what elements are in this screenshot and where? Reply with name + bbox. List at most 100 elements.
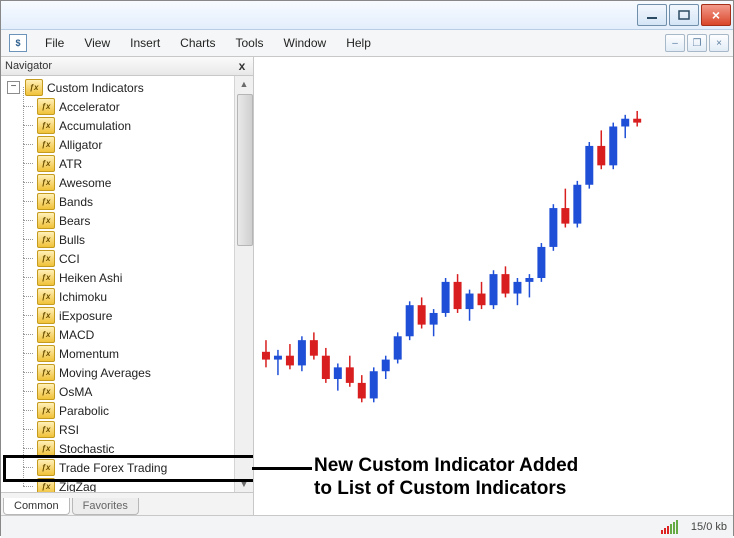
indicator-fx-icon <box>37 421 55 438</box>
menu-bar: $ FileViewInsertChartsToolsWindowHelp – … <box>1 30 733 57</box>
tree-item-label: Momentum <box>59 347 119 361</box>
tree-item[interactable]: Bulls <box>3 230 234 249</box>
tree-item-label: Trade Forex Trading <box>59 461 167 475</box>
tree-item-label: Accelerator <box>59 100 120 114</box>
indicator-fx-icon <box>37 212 55 229</box>
tree-item-label: MACD <box>59 328 94 342</box>
tree-item[interactable]: Heiken Ashi <box>3 268 234 287</box>
mdi-close-button[interactable]: × <box>709 34 729 52</box>
indicator-fx-icon <box>37 383 55 400</box>
indicator-fx-icon <box>37 440 55 457</box>
tree-item-label: CCI <box>59 252 80 266</box>
tree-item[interactable]: Bears <box>3 211 234 230</box>
tree-item[interactable]: RSI <box>3 420 234 439</box>
tree-item-label: Bears <box>59 214 90 228</box>
indicator-fx-icon <box>37 269 55 286</box>
app-window: × $ FileViewInsertChartsToolsWindowHelp … <box>0 0 734 536</box>
indicator-fx-icon <box>37 459 55 476</box>
tree-item[interactable]: Accelerator <box>3 97 234 116</box>
indicator-tree[interactable]: −Custom Indicators Accelerator Accumulatio… <box>1 76 234 492</box>
tree-item-label: Ichimoku <box>59 290 107 304</box>
tree-item[interactable]: ATR <box>3 154 234 173</box>
tree-item[interactable]: Accumulation <box>3 116 234 135</box>
tree-item-label: Parabolic <box>59 404 109 418</box>
scroll-up-button[interactable]: ▲ <box>236 76 252 92</box>
menu-window[interactable]: Window <box>274 31 337 55</box>
indicator-fx-icon <box>37 117 55 134</box>
tree-item[interactable]: Moving Averages <box>3 363 234 382</box>
navigator-title: Navigator <box>5 60 52 72</box>
status-bar: 15/0 kb <box>1 515 733 538</box>
connection-signal-icon <box>661 520 679 534</box>
tree-item[interactable]: MACD <box>3 325 234 344</box>
tree-item-label: Alligator <box>59 138 102 152</box>
tree-item[interactable]: Stochastic <box>3 439 234 458</box>
window-close-button[interactable]: × <box>701 4 731 26</box>
tree-item-label: ZigZag <box>59 480 96 493</box>
indicator-fx-icon <box>37 288 55 305</box>
indicator-fx-icon <box>37 193 55 210</box>
candlestick-chart <box>254 57 733 515</box>
workspace: Navigator x −Custom Indicators Accelerato… <box>1 57 733 515</box>
tree-item-label: Accumulation <box>59 119 131 133</box>
tree-item[interactable]: Alligator <box>3 135 234 154</box>
annotation-connector <box>252 467 312 470</box>
tree-item-label: Moving Averages <box>59 366 151 380</box>
indicator-fx-icon <box>37 136 55 153</box>
tree-item-label: Awesome <box>59 176 111 190</box>
tree-item-label: iExposure <box>59 309 112 323</box>
tree-item[interactable]: CCI <box>3 249 234 268</box>
scroll-thumb[interactable] <box>237 94 253 246</box>
indicator-fx-icon <box>37 155 55 172</box>
scroll-down-button[interactable]: ▼ <box>236 476 252 492</box>
tree-item-label: Stochastic <box>59 442 114 456</box>
window-maximize-button[interactable] <box>669 4 699 26</box>
navigator-tabs: Common Favorites <box>1 492 253 515</box>
navigator-header: Navigator x <box>1 57 253 76</box>
menu-tools[interactable]: Tools <box>226 31 274 55</box>
tree-item-label: Bands <box>59 195 93 209</box>
indicator-fx-icon <box>37 478 55 492</box>
menu-charts[interactable]: Charts <box>170 31 225 55</box>
tree-item-label: Heiken Ashi <box>59 271 122 285</box>
menu-view[interactable]: View <box>74 31 120 55</box>
navigator-scrollbar[interactable]: ▲ ▼ <box>234 76 253 492</box>
mdi-restore-button[interactable]: ❐ <box>687 34 707 52</box>
tree-root-custom-indicators[interactable]: −Custom Indicators <box>3 78 234 97</box>
navigator-close-button[interactable]: x <box>235 59 249 73</box>
navigator-panel: Navigator x −Custom Indicators Accelerato… <box>1 57 254 515</box>
tab-common[interactable]: Common <box>3 498 70 515</box>
chart-area[interactable]: New Custom Indicator Added to List of Cu… <box>254 57 733 515</box>
mdi-controls: – ❐ × <box>663 34 733 52</box>
scroll-track[interactable] <box>236 92 252 476</box>
tree-item[interactable]: Parabolic <box>3 401 234 420</box>
menu-file[interactable]: File <box>35 31 74 55</box>
window-titlebar: × <box>1 1 733 30</box>
folder-fx-icon <box>25 79 43 96</box>
tree-item[interactable]: Ichimoku <box>3 287 234 306</box>
tree-item[interactable]: ZigZag <box>3 477 234 492</box>
tree-item[interactable]: Awesome <box>3 173 234 192</box>
tree-expander-icon[interactable]: − <box>7 81 20 94</box>
tree-item[interactable]: Momentum <box>3 344 234 363</box>
indicator-fx-icon <box>37 326 55 343</box>
indicator-fx-icon <box>37 231 55 248</box>
annotation-text: New Custom Indicator Added to List of Cu… <box>314 454 578 502</box>
tree-item[interactable]: Bands <box>3 192 234 211</box>
tab-favorites[interactable]: Favorites <box>72 498 139 515</box>
tree-item[interactable]: Trade Forex Trading <box>3 458 234 477</box>
window-minimize-button[interactable] <box>637 4 667 26</box>
tree-item-label: ATR <box>59 157 82 171</box>
menu-insert[interactable]: Insert <box>120 31 170 55</box>
indicator-fx-icon <box>37 307 55 324</box>
indicator-fx-icon <box>37 364 55 381</box>
indicator-fx-icon <box>37 250 55 267</box>
indicator-fx-icon <box>37 345 55 362</box>
app-icon: $ <box>9 34 27 52</box>
tree-item[interactable]: iExposure <box>3 306 234 325</box>
mdi-minimize-button[interactable]: – <box>665 34 685 52</box>
navigator-body: −Custom Indicators Accelerator Accumulatio… <box>1 76 253 492</box>
tree-item[interactable]: OsMA <box>3 382 234 401</box>
tree-item-label: Bulls <box>59 233 85 247</box>
menu-help[interactable]: Help <box>336 31 381 55</box>
